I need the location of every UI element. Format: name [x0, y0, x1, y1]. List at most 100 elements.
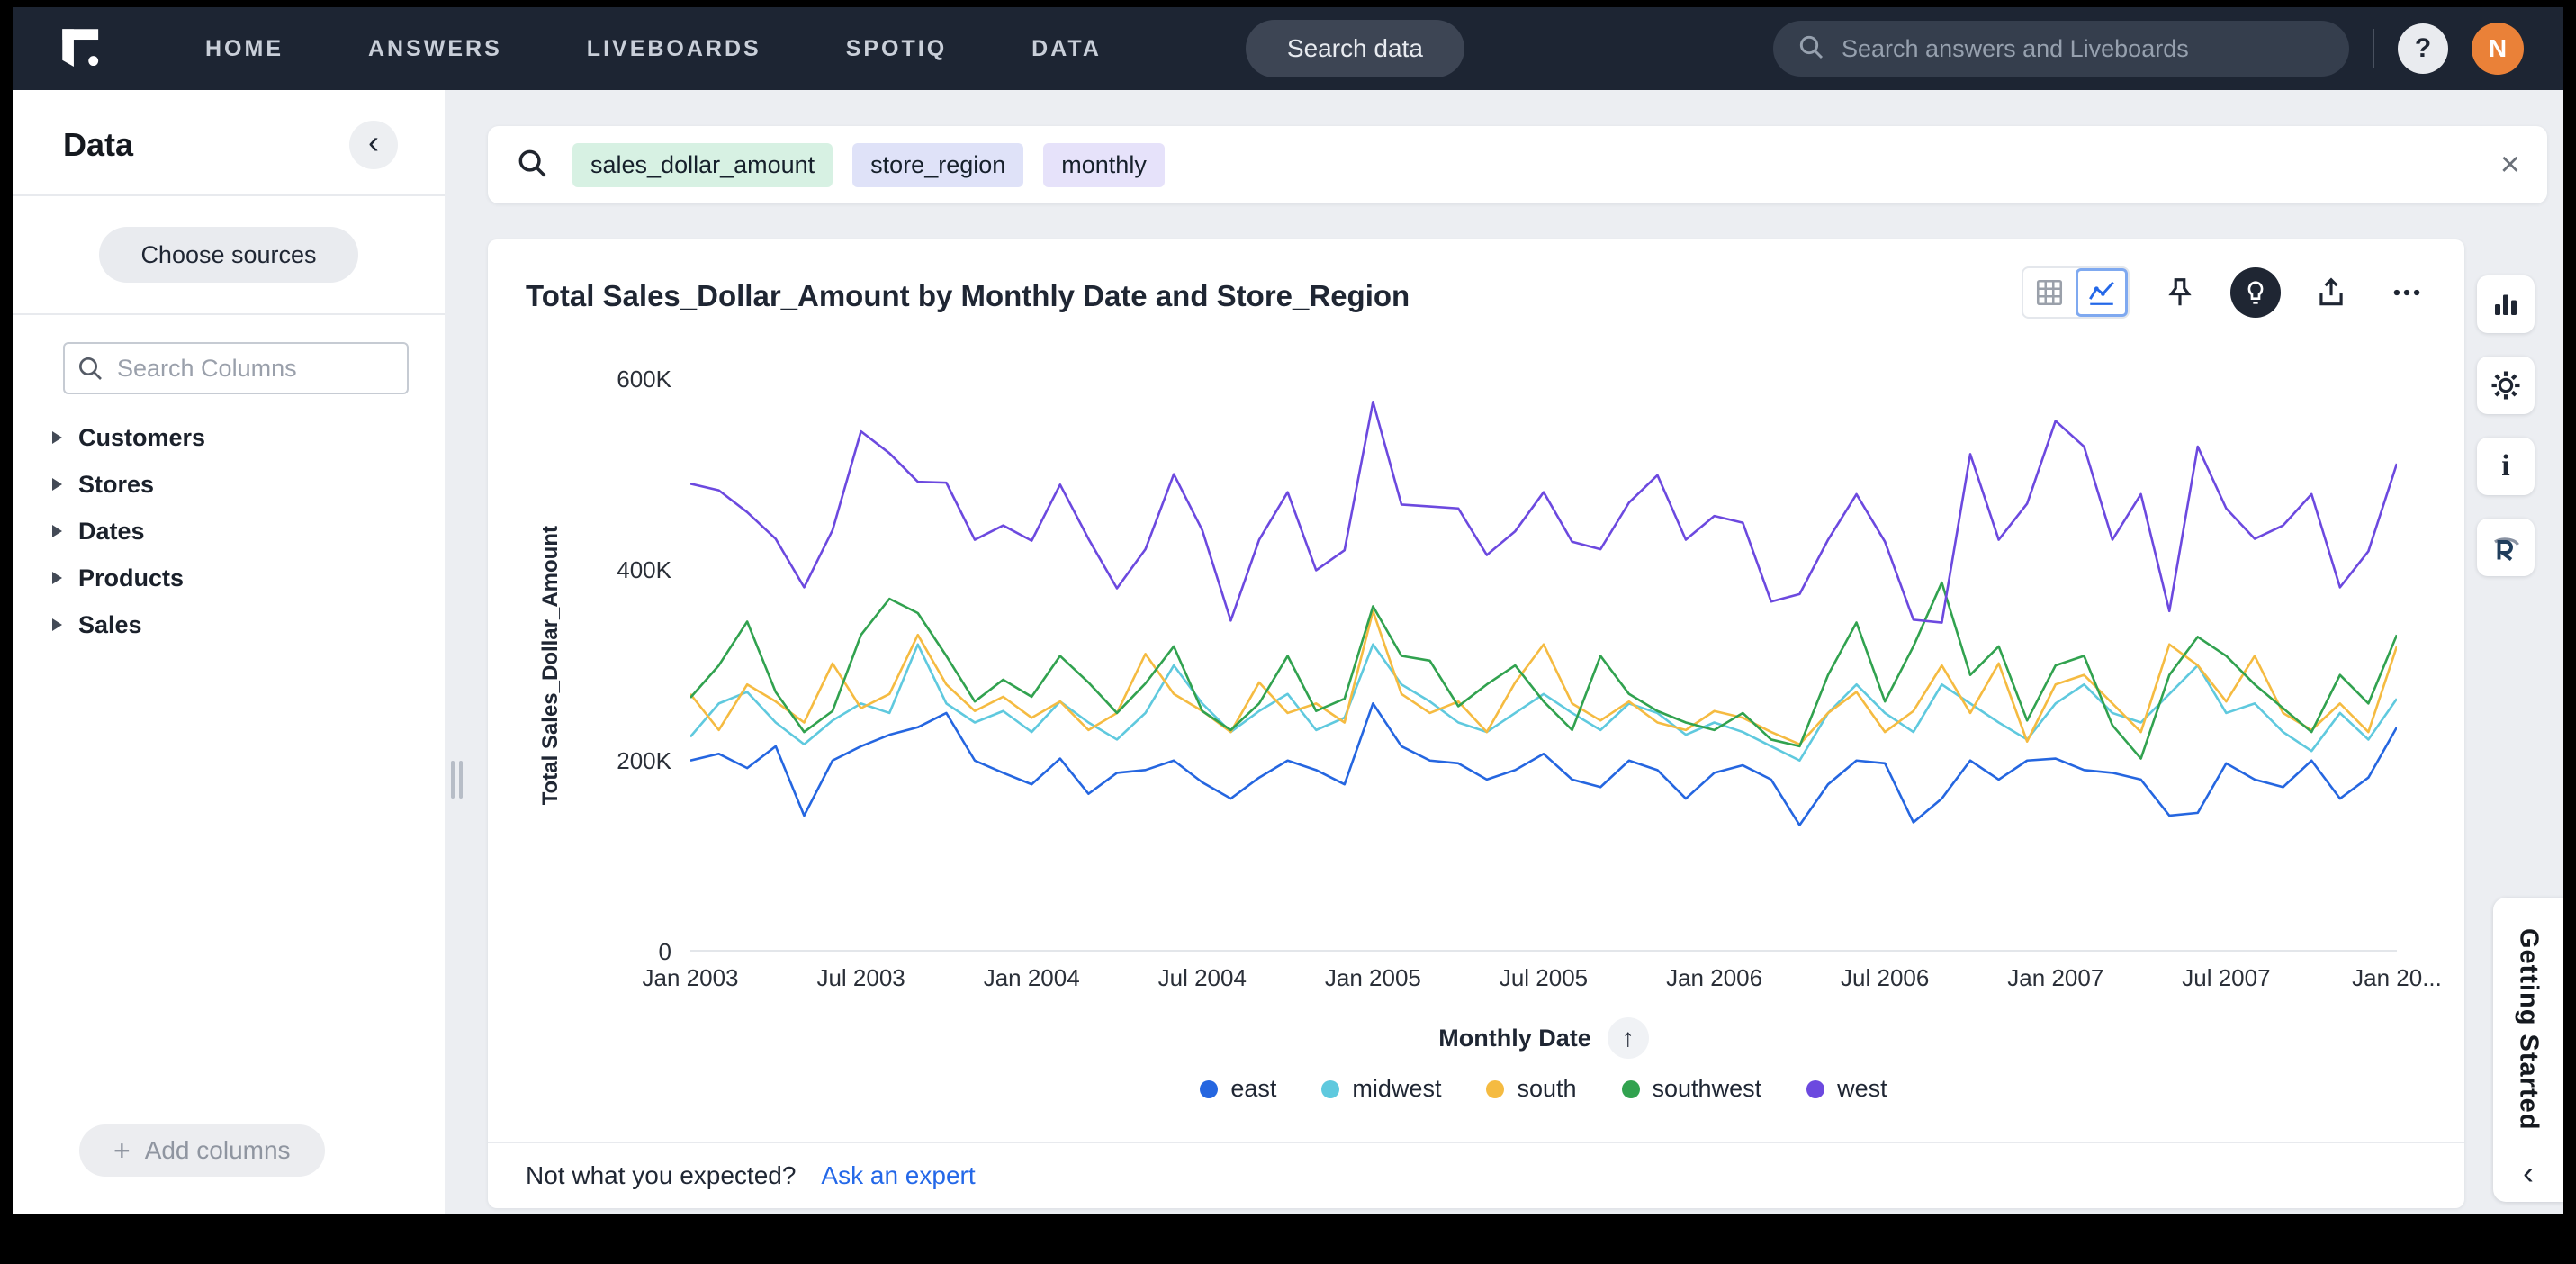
getting-started-label: Getting Started — [2514, 928, 2544, 1130]
thoughtspot-logo[interactable] — [52, 19, 112, 78]
legend-label: west — [1837, 1075, 1887, 1103]
help-button[interactable]: ? — [2398, 23, 2448, 74]
legend-item-west[interactable]: west — [1806, 1075, 1887, 1103]
nav-divider — [2373, 29, 2374, 68]
legend-dot — [1806, 1080, 1824, 1098]
spotiq-analyze-button[interactable] — [2230, 267, 2281, 318]
nav-item-data[interactable]: DATA — [1031, 36, 1102, 62]
search-icon — [515, 146, 549, 185]
legend-item-east[interactable]: east — [1200, 1075, 1276, 1103]
chart-legend: east midwest south southwest west — [690, 1075, 2397, 1103]
divider — [13, 194, 445, 196]
query-token-monthly[interactable]: monthly — [1043, 143, 1165, 187]
column-search — [63, 342, 409, 394]
sidebar-collapse-button[interactable]: ‹ — [349, 121, 398, 169]
tree-item-customers[interactable]: Customers — [52, 418, 445, 457]
legend-label: east — [1230, 1075, 1276, 1103]
content-area: Data ‹ Choose sources Customers Store — [13, 90, 2563, 1214]
divider — [13, 313, 445, 315]
x-axis-title-label: Monthly Date — [1438, 1025, 1591, 1052]
gear-icon — [2489, 368, 2523, 402]
y-tick-label: 200K — [585, 746, 671, 775]
ask-an-expert-link[interactable]: Ask an expert — [821, 1161, 975, 1190]
query-search-bar[interactable]: sales_dollar_amount store_region monthly… — [488, 126, 2547, 203]
sort-ascending-button[interactable]: ↑ — [1608, 1017, 1649, 1059]
screen: HOME ANSWERS LIVEBOARDS SPOTIQ DATA Sear… — [0, 0, 2576, 1264]
x-tick-label: Jan 2006 — [1666, 964, 1762, 992]
legend-label: south — [1517, 1075, 1576, 1103]
legend-item-midwest[interactable]: midwest — [1321, 1075, 1441, 1103]
getting-started-tab[interactable]: Getting Started ‹ — [2493, 898, 2563, 1202]
more-actions-button[interactable] — [2382, 267, 2432, 318]
nav-item-liveboards[interactable]: LIVEBOARDS — [587, 36, 761, 62]
search-icon — [76, 354, 104, 387]
search-data-button[interactable]: Search data — [1246, 20, 1464, 77]
r-analytics-icon — [2490, 531, 2522, 564]
clear-search-button[interactable]: × — [2500, 148, 2520, 182]
line-chart-plot[interactable] — [690, 379, 2397, 952]
tree-item-sales[interactable]: Sales — [52, 605, 445, 645]
caret-right-icon — [52, 525, 62, 537]
line-chart-svg — [690, 379, 2397, 950]
x-tick-label: Jul 2006 — [1841, 964, 1929, 992]
add-columns-button[interactable]: + Add columns — [79, 1124, 325, 1177]
thoughtspot-logo-icon — [56, 23, 108, 75]
tree-item-dates[interactable]: Dates — [52, 511, 445, 551]
x-tick-label: Jul 2004 — [1158, 964, 1247, 992]
pin-button[interactable] — [2155, 267, 2205, 318]
y-tick-label: 600K — [585, 365, 671, 393]
caret-right-icon — [52, 478, 62, 491]
add-columns-label: Add columns — [145, 1136, 291, 1165]
x-axis-ticks: Jan 2003Jul 2003Jan 2004Jul 2004Jan 2005… — [690, 964, 2397, 997]
tree-item-products[interactable]: Products — [52, 558, 445, 598]
caret-right-icon — [52, 572, 62, 584]
footer-text: Not what you expected? — [526, 1161, 796, 1190]
answer-toolbar — [2022, 266, 2432, 319]
legend-item-southwest[interactable]: southwest — [1622, 1075, 1762, 1103]
top-nav: HOME ANSWERS LIVEBOARDS SPOTIQ DATA Sear… — [13, 7, 2563, 90]
chart-view-button[interactable] — [2076, 268, 2128, 317]
series-line-west[interactable] — [690, 402, 2397, 622]
query-token-sales-dollar-amount[interactable]: sales_dollar_amount — [572, 143, 833, 187]
series-line-south[interactable] — [690, 611, 2397, 745]
viz-toggle — [2022, 266, 2130, 319]
legend-label: midwest — [1352, 1075, 1441, 1103]
change-visualization-button[interactable] — [2477, 275, 2535, 333]
nav-item-home[interactable]: HOME — [205, 36, 284, 62]
table-view-button[interactable] — [2023, 268, 2076, 317]
app-window: HOME ANSWERS LIVEBOARDS SPOTIQ DATA Sear… — [13, 7, 2563, 1214]
query-token-store-region[interactable]: store_region — [852, 143, 1023, 187]
x-tick-label: Jul 2003 — [816, 964, 905, 992]
x-tick-label: Jan 2004 — [984, 964, 1080, 992]
answer-footer: Not what you expected? Ask an expert — [526, 1161, 976, 1190]
x-axis-title: Monthly Date ↑ — [690, 1017, 2397, 1059]
global-search-input[interactable] — [1842, 35, 2326, 63]
r-analysis-button[interactable] — [2477, 519, 2535, 576]
avatar[interactable]: N — [2472, 23, 2524, 75]
sidebar-title: Data — [63, 126, 133, 164]
y-tick-label: 400K — [585, 555, 671, 584]
share-button[interactable] — [2306, 267, 2356, 318]
caret-right-icon — [52, 618, 62, 631]
global-search[interactable] — [1773, 21, 2349, 77]
y-axis-label: Total Sales_Dollar_Amount — [531, 379, 571, 952]
main-nav: HOME ANSWERS LIVEBOARDS SPOTIQ DATA — [205, 36, 1186, 62]
info-icon: i — [2501, 449, 2509, 483]
pin-icon — [2163, 275, 2197, 310]
expand-getting-started-button[interactable]: ‹ — [2523, 1157, 2534, 1189]
nav-item-answers[interactable]: ANSWERS — [368, 36, 502, 62]
sidebar-resize-handle[interactable] — [451, 761, 463, 799]
info-button[interactable]: i — [2477, 438, 2535, 495]
x-tick-label: Jul 2005 — [1500, 964, 1588, 992]
legend-item-south[interactable]: south — [1486, 1075, 1576, 1103]
x-tick-label: Jan 20... — [2352, 964, 2442, 992]
column-search-input[interactable] — [63, 342, 409, 394]
chart-settings-button[interactable] — [2477, 357, 2535, 414]
legend-dot — [1486, 1080, 1504, 1098]
x-tick-label: Jul 2007 — [2182, 964, 2270, 992]
nav-item-spotiq[interactable]: SPOTIQ — [846, 36, 947, 62]
nav-right-cluster: ? N — [1773, 21, 2524, 77]
tree-item-stores[interactable]: Stores — [52, 465, 445, 504]
divider — [488, 1142, 2464, 1143]
choose-sources-button[interactable]: Choose sources — [99, 227, 357, 283]
